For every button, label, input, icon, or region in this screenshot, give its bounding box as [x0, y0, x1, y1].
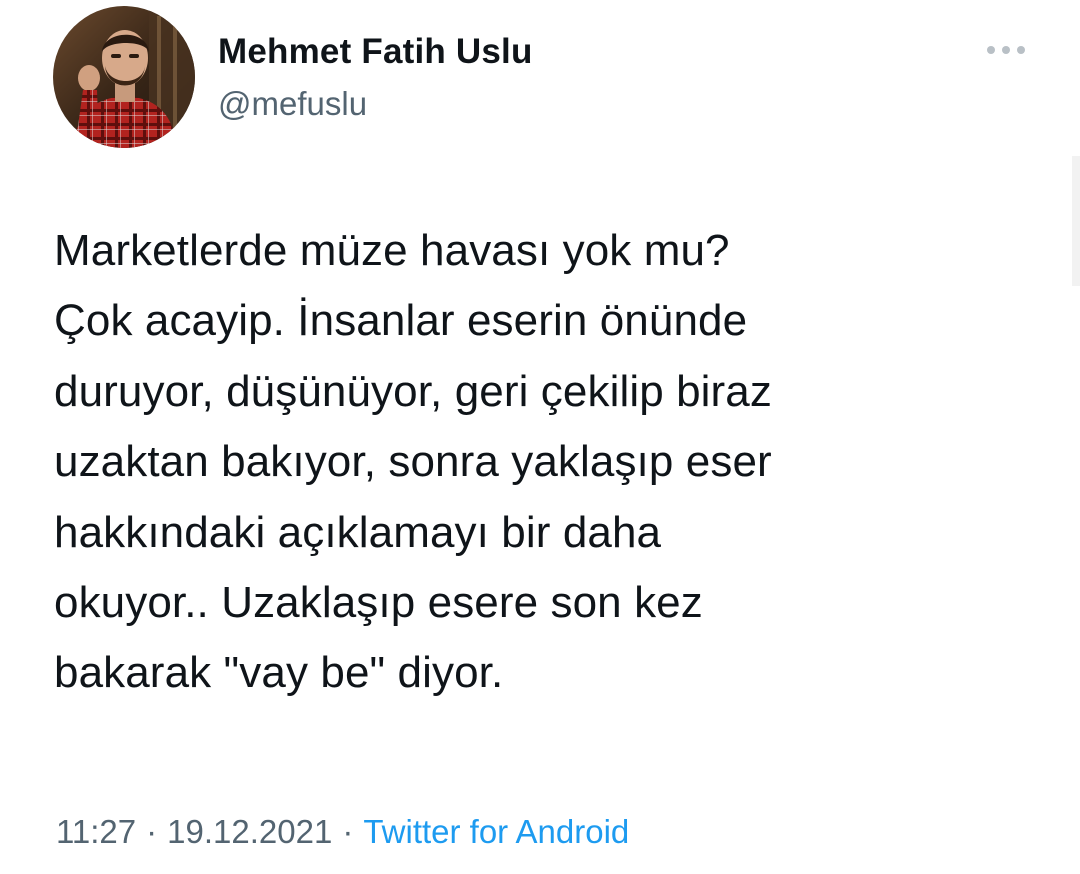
avatar-image — [53, 6, 195, 148]
more-horizontal-icon[interactable] — [984, 38, 1028, 62]
tweet-author: Mehmet Fatih Uslu @mefuslu — [218, 30, 533, 124]
meta-separator: · — [342, 813, 354, 850]
tweet-meta: 11:27 · 19.12.2021 · Twitter for Android — [56, 810, 629, 854]
avatar[interactable] — [53, 6, 195, 148]
tweet-date[interactable]: 19.12.2021 — [167, 813, 332, 850]
tweet-text: Marketlerde müze havası yok mu? Çok acay… — [54, 226, 772, 698]
author-display-name[interactable]: Mehmet Fatih Uslu — [218, 30, 533, 74]
tweet-time[interactable]: 11:27 — [56, 813, 136, 850]
scrollbar[interactable] — [1072, 156, 1080, 286]
tweet-card: Mehmet Fatih Uslu @mefuslu Marketlerde m… — [0, 0, 1080, 874]
author-handle[interactable]: @mefuslu — [218, 84, 533, 124]
tweet-source-link[interactable]: Twitter for Android — [363, 813, 629, 850]
meta-separator: · — [146, 813, 158, 850]
